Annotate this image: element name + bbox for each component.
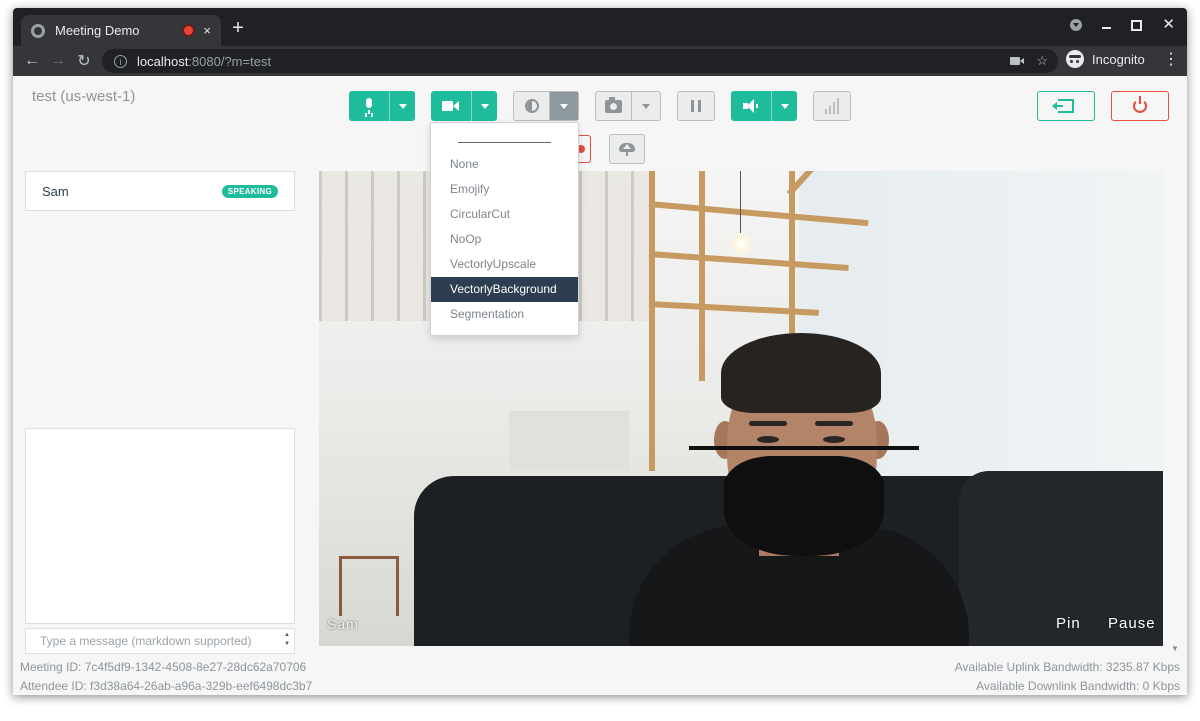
power-icon	[1133, 96, 1147, 113]
meeting-app: test (us-west-1) Sam SPEAKING Type a mes…	[13, 76, 1187, 695]
leave-meeting-button[interactable]	[1037, 91, 1095, 121]
tab-search-icon[interactable]	[1070, 19, 1083, 31]
pause-video-button[interactable]: Pause	[1108, 615, 1156, 632]
chat-log	[25, 428, 295, 624]
chevron-down-icon	[398, 103, 407, 109]
camera-dropdown-button[interactable]	[472, 91, 497, 121]
address-bar[interactable]: i localhost:8080/?m=test ☆	[102, 49, 1058, 73]
minimize-button[interactable]	[1102, 27, 1112, 29]
browser-toolbar: ← → ↻ i localhost:8080/?m=test ☆ Incogni…	[13, 46, 1187, 76]
speaker-control	[731, 91, 797, 121]
menu-item-circularcut[interactable]: CircularCut	[431, 202, 578, 227]
speaker-button[interactable]	[731, 91, 771, 121]
site-info-icon[interactable]: i	[114, 54, 127, 68]
video-attendee-image	[629, 311, 969, 646]
menu-divider	[458, 142, 551, 143]
live-transcription-button[interactable]	[609, 134, 645, 164]
video-filter-menu: None Emojify CircularCut NoOp VectorlyUp…	[430, 122, 579, 336]
browser-window: Meeting Demo × + ✕ ← → ↻ i localhost:808…	[13, 8, 1187, 695]
content-share-control	[595, 91, 661, 121]
chat-scrollbar[interactable]: ▲ ▼	[283, 631, 291, 649]
reload-button[interactable]: ↻	[71, 51, 97, 71]
menu-item-none[interactable]: None	[431, 152, 578, 177]
microphone-dropdown-button[interactable]	[390, 91, 415, 121]
chat-input[interactable]	[25, 628, 295, 654]
camera-button[interactable]	[431, 91, 471, 121]
close-window-button[interactable]: ✕	[1162, 17, 1175, 32]
content-share-button[interactable]	[596, 92, 631, 120]
recording-indicator-icon	[184, 26, 194, 35]
speaker-dropdown-button[interactable]	[772, 91, 797, 121]
signal-bars-icon	[824, 98, 840, 114]
camera-icon	[605, 96, 623, 113]
page-scroll-down[interactable]: ▼	[1171, 644, 1179, 653]
uplink-bandwidth: Available Uplink Bandwidth: 3235.87 Kbps	[954, 660, 1180, 674]
new-tab-button[interactable]: +	[227, 18, 249, 38]
chevron-down-icon	[642, 103, 651, 109]
pause-icon	[691, 100, 701, 112]
tab-close-icon[interactable]: ×	[203, 23, 211, 38]
roster-attendee-name: Sam	[42, 183, 69, 199]
room-label: test (us-west-1)	[32, 88, 136, 105]
exit-icon	[1052, 99, 1074, 113]
maximize-button[interactable]	[1131, 19, 1143, 31]
incognito-label: Incognito	[1092, 51, 1145, 67]
microphone-control	[349, 91, 415, 121]
menu-item-emojify[interactable]: Emojify	[431, 177, 578, 202]
contrast-icon	[524, 99, 539, 113]
downlink-bandwidth: Available Downlink Bandwidth: 0 Kbps	[976, 679, 1180, 693]
browser-menu-icon[interactable]: ⋮	[1163, 52, 1179, 68]
end-meeting-button[interactable]	[1111, 91, 1169, 121]
menu-item-noop[interactable]: NoOp	[431, 227, 578, 252]
metrics-button[interactable]	[813, 91, 851, 121]
microphone-button[interactable]	[349, 91, 389, 121]
menu-item-vectorlybackground[interactable]: VectorlyBackground	[431, 277, 578, 302]
pin-button[interactable]: Pin	[1056, 615, 1081, 632]
video-camera-icon	[442, 100, 460, 112]
video-attendee-name: Sam	[327, 616, 359, 632]
roster-item: Sam SPEAKING	[25, 171, 295, 211]
window-controls: ✕	[1070, 17, 1175, 32]
microphone-icon	[364, 98, 374, 114]
attendee-id: Attendee ID: f3d38a64-26ab-a96a-329b-eef…	[20, 679, 313, 693]
chevron-down-icon	[780, 103, 789, 109]
forward-button[interactable]: →	[45, 52, 71, 70]
tab-meeting-demo[interactable]: Meeting Demo ×	[21, 15, 221, 46]
address-url: localhost:8080/?m=test	[137, 53, 272, 69]
camera-in-use-icon[interactable]	[1010, 57, 1025, 65]
incognito-icon	[1066, 50, 1084, 68]
camera-control	[431, 91, 497, 121]
meeting-id: Meeting ID: 7c4f5df9-1342-4508-8e27-28dc…	[20, 660, 307, 674]
tab-title: Meeting Demo	[55, 23, 140, 38]
menu-item-vectorlyupscale[interactable]: VectorlyUpscale	[431, 252, 578, 277]
content-share-dropdown-button[interactable]	[632, 92, 660, 120]
video-filter-button[interactable]	[514, 92, 549, 120]
menu-item-segmentation[interactable]: Segmentation	[431, 302, 578, 327]
video-filter-control	[513, 91, 579, 121]
bookmark-star-icon[interactable]: ☆	[1036, 53, 1048, 69]
chevron-down-icon	[480, 103, 489, 109]
incognito-profile[interactable]: Incognito	[1066, 50, 1145, 68]
video-filter-dropdown-button[interactable]	[550, 92, 578, 120]
speaking-badge: SPEAKING	[221, 184, 278, 198]
record-button[interactable]	[577, 135, 591, 163]
pause-content-button[interactable]	[677, 91, 715, 121]
video-lamp	[731, 231, 751, 257]
back-button[interactable]: ←	[19, 52, 45, 70]
cloud-upload-icon	[618, 141, 636, 157]
chevron-down-icon	[560, 103, 569, 109]
globe-icon	[31, 23, 45, 38]
tab-strip: Meeting Demo × + ✕	[13, 8, 1187, 46]
speaker-icon	[743, 99, 759, 113]
